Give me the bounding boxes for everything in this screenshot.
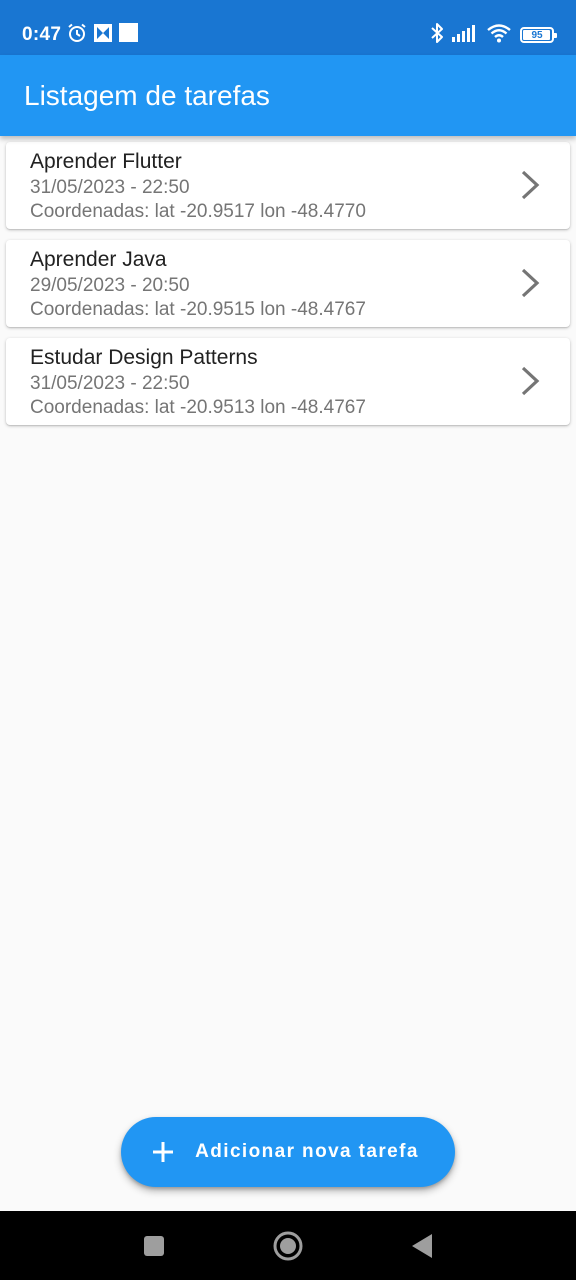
task-date: 31/05/2023 - 22:50 [30,373,190,394]
battery-icon: 95 [520,27,557,43]
bluetooth-icon [430,22,444,49]
task-coords: Coordenadas: lat -20.9515 lon -48.4767 [30,299,366,320]
battery-level: 95 [531,29,543,41]
task-title: Aprender Java [30,248,167,271]
task-card[interactable]: Estudar Design Patterns 31/05/2023 - 22:… [6,338,570,425]
wifi-icon [486,23,512,48]
home-icon[interactable] [272,1230,304,1262]
task-coords: Coordenadas: lat -20.9513 lon -48.4767 [30,397,366,418]
add-task-button[interactable]: Adicionar nova tarefa [121,1117,455,1187]
app-notification-icon [93,23,113,48]
recents-icon[interactable] [143,1235,165,1257]
alarm-icon [67,23,87,48]
task-list: Aprender Flutter 31/05/2023 - 22:50 Coor… [6,142,570,436]
status-bar: 0:47 95 [0,0,576,55]
square-notification-icon [119,23,139,47]
chevron-right-icon [521,170,540,200]
chevron-right-icon [521,366,540,396]
task-title: Aprender Flutter [30,150,182,173]
task-card[interactable]: Aprender Java 29/05/2023 - 20:50 Coorden… [6,240,570,327]
task-card[interactable]: Aprender Flutter 31/05/2023 - 22:50 Coor… [6,142,570,229]
task-coords: Coordenadas: lat -20.9517 lon -48.4770 [30,201,366,222]
status-time: 0:47 [22,24,62,45]
task-title: Estudar Design Patterns [30,346,258,369]
back-icon[interactable] [410,1233,434,1259]
signal-icon [452,24,478,47]
page-title: Listagem de tarefas [24,80,270,111]
add-task-label: Adicionar nova tarefa [195,1141,419,1162]
plus-icon [153,1142,174,1162]
task-date: 31/05/2023 - 22:50 [30,177,190,198]
task-date: 29/05/2023 - 20:50 [30,275,190,296]
system-nav-bar [0,1211,576,1280]
app-bar: Listagem de tarefas [0,55,576,136]
chevron-right-icon [521,268,540,298]
